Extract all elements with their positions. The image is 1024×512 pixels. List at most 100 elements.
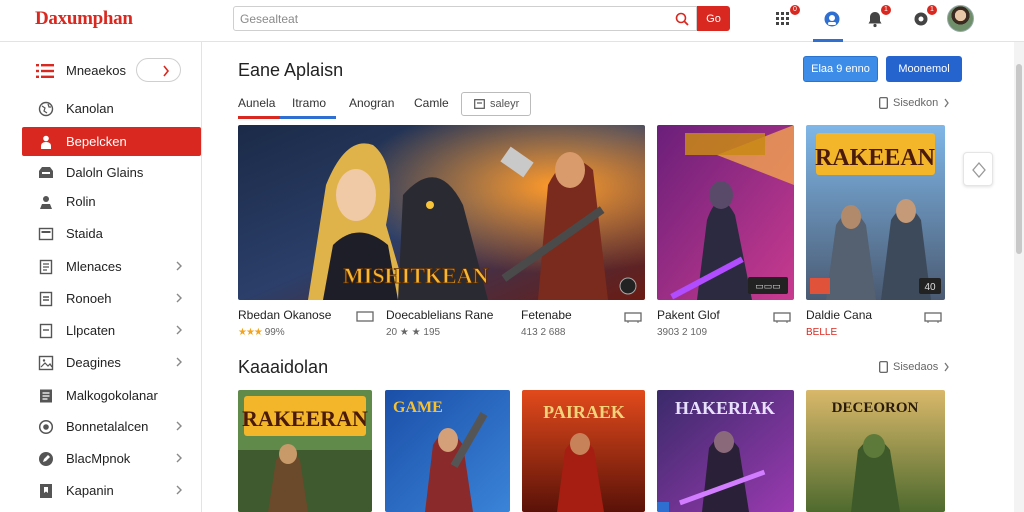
game-card[interactable]: PAIRAEK — [522, 390, 645, 512]
page-icon — [39, 323, 53, 339]
game-card[interactable]: RAKEERAN — [238, 390, 372, 512]
menu-icon[interactable] — [36, 64, 54, 78]
game-card[interactable]: RAKEEAN 40 Daldie Cana BELLE — [806, 125, 945, 345]
game-card[interactable]: DECEORON — [806, 390, 945, 512]
game-rating: 3903 2 109 — [657, 327, 708, 338]
bookmark-icon — [40, 484, 52, 498]
tab-indicator-blue — [280, 116, 336, 119]
rating-stars: ★★★ — [238, 327, 263, 338]
sidebar-item-label: Daloln Glains — [66, 165, 144, 180]
page-icon — [879, 97, 888, 109]
search-icon[interactable] — [674, 11, 690, 27]
game-art-title: GAME — [393, 399, 443, 416]
sidebar-item-kapanin[interactable]: Kapanin — [22, 476, 201, 505]
section-title: Kaaaidolan — [238, 357, 329, 377]
sidebar-item-label: Kapanin — [66, 483, 114, 498]
featured-game-card[interactable]: MISHITKEAN Rbedan Okanose ★★★ 99% Doecab… — [238, 125, 645, 345]
active-header-indicator — [813, 39, 843, 42]
game-rating: 413 2 688 — [521, 327, 566, 338]
page-title: Eane Aplaisn — [238, 60, 344, 80]
sidebar-item-blacmpnok[interactable]: BlacMpnok — [22, 444, 201, 473]
bell-icon[interactable]: 1 — [866, 5, 891, 29]
chevron-right-icon — [944, 362, 950, 372]
game-title: Fetenabe — [521, 308, 572, 322]
tab-camle[interactable]: Camle — [414, 96, 449, 119]
primary-action-button[interactable]: Elaa 9 enno — [803, 56, 878, 82]
apps-icon[interactable]: 0 — [775, 5, 800, 29]
featured-art-title: MISHITKEAN — [343, 263, 489, 288]
page-icon — [879, 361, 888, 373]
sidebar-item-label: Kanolan — [66, 101, 114, 116]
pencil-icon — [39, 452, 53, 466]
game-thumbnail: DECEORON — [806, 390, 945, 512]
sidebar-toggle[interactable] — [136, 58, 181, 82]
sidebar-item-rolin[interactable]: Rolin — [22, 187, 201, 216]
diamond-arrow-icon — [972, 162, 986, 178]
search-button[interactable]: Go — [697, 6, 730, 31]
secondary-action-button[interactable]: Moonemol — [886, 56, 962, 82]
sidebar: Mneaekos Kanolan Bepelcken Daloln Glains… — [0, 42, 202, 512]
sidebar-item-label: Rolin — [66, 194, 96, 209]
game-rating: 20 ★ ★ 195 — [386, 327, 441, 338]
sidebar-item-bepelcken[interactable]: Bepelcken — [22, 127, 201, 156]
more-options-icon[interactable] — [924, 310, 942, 324]
controller-icon[interactable] — [823, 9, 843, 29]
tray-icon — [39, 167, 53, 178]
sidebar-item-deagines[interactable]: Deagines — [22, 348, 201, 377]
game-badge: ▭▭▭ — [755, 281, 781, 291]
scrollbar-thumb[interactable] — [1016, 64, 1022, 254]
chevron-right-icon — [163, 65, 170, 77]
sidebar-item-mlenaces[interactable]: Mlenaces — [22, 252, 201, 281]
game-card[interactable]: ▭▭▭ Pakent Glof 3903 2 109 — [657, 125, 794, 345]
game-thumbnail: HAKERIAK — [657, 390, 794, 512]
settings-badge: 1 — [927, 5, 937, 15]
list-icon — [39, 291, 53, 307]
sidebar-item-llpcaten[interactable]: Llpcaten — [22, 316, 201, 345]
chevron-right-icon — [176, 421, 182, 431]
sidebar-item-label: Bepelcken — [66, 134, 127, 149]
settings-icon[interactable]: 1 — [912, 5, 937, 29]
filter-label: saleyr — [490, 98, 520, 110]
game-card[interactable]: GAME — [385, 390, 510, 512]
game-thumbnail: GAME — [385, 390, 510, 512]
sidebar-item-label: Staida — [66, 226, 103, 241]
secondary-action-label: Moonemol — [898, 63, 950, 75]
game-art-title: HAKERIAK — [675, 398, 775, 418]
search-box[interactable] — [233, 6, 697, 31]
tab-anogran[interactable]: Anogran — [349, 96, 394, 119]
see-more-label: Sisedaos — [893, 361, 939, 373]
more-options-icon[interactable] — [624, 310, 642, 324]
see-more-link[interactable]: Sisedkon — [879, 97, 950, 109]
sidebar-title: Mneaekos — [66, 63, 126, 78]
search-input[interactable] — [240, 11, 660, 27]
site-logo[interactable]: Daxumphan — [35, 8, 133, 30]
sidebar-item-malkogokolanar[interactable]: Malkogokolanar — [22, 381, 201, 410]
chevron-right-icon — [176, 325, 182, 335]
rating-value: 99% — [264, 327, 285, 338]
sidebar-header: Mneaekos — [22, 58, 192, 84]
sidebar-item-ronoeh[interactable]: Ronoeh — [22, 284, 201, 313]
more-options-icon[interactable] — [773, 310, 791, 324]
filter-select[interactable]: saleyr — [461, 92, 531, 116]
see-more-link[interactable]: Sisedaos — [879, 361, 950, 373]
sidebar-item-daloln-glains[interactable]: Daloln Glains — [22, 158, 201, 187]
notes-icon — [40, 389, 52, 403]
bell-badge: 1 — [881, 5, 891, 15]
card-icon — [38, 227, 54, 241]
more-options-icon[interactable] — [356, 310, 374, 324]
sidebar-item-staida[interactable]: Staida — [22, 219, 201, 248]
image-icon — [38, 355, 54, 371]
sidebar-item-kanolan[interactable]: Kanolan — [22, 94, 201, 123]
featured-game-thumbnail: MISHITKEAN — [238, 125, 645, 300]
carousel-next-button[interactable] — [963, 152, 993, 186]
avatar[interactable] — [947, 5, 974, 32]
sidebar-item-bonnetalalcen[interactable]: Bonnetalalcen — [22, 412, 201, 441]
tab-indicator-red — [238, 116, 280, 119]
scrollbar[interactable] — [1014, 42, 1024, 512]
game-card[interactable]: HAKERIAK — [657, 390, 794, 512]
primary-action-label: Elaa 9 enno — [811, 63, 870, 75]
sidebar-item-label: Mlenaces — [66, 259, 122, 274]
person-icon — [41, 135, 51, 149]
game-art-title: RAKEEAN — [815, 145, 936, 171]
chevron-right-icon — [176, 453, 182, 463]
